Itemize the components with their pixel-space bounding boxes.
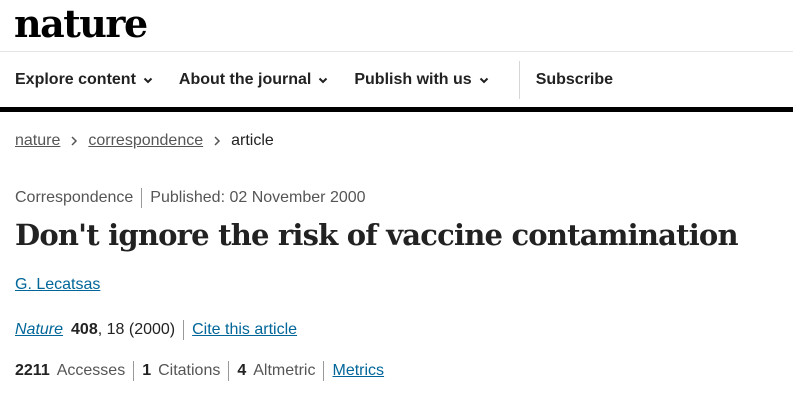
chevron-right-icon: [71, 136, 78, 146]
subscribe-link[interactable]: Subscribe: [536, 71, 613, 89]
altmetric-label: Altmetric: [253, 362, 316, 379]
nav-item-label: Explore content: [15, 70, 136, 88]
citation-divider: [183, 320, 185, 340]
nav-item-label: About the journal: [178, 70, 312, 88]
metrics-divider: [323, 361, 325, 381]
nav-explore-content[interactable]: Explore content: [15, 71, 153, 89]
author-list: G. Lecatsas: [15, 276, 100, 294]
nature-logo[interactable]: nature: [14, 2, 148, 46]
volume-number: 408: [71, 321, 98, 338]
author-link[interactable]: G. Lecatsas: [15, 276, 100, 293]
meta-divider: [141, 188, 143, 208]
breadcrumb-section-link[interactable]: correspondence: [88, 132, 203, 150]
breadcrumb-current: article: [231, 132, 274, 149]
accesses-label: Accesses: [56, 362, 126, 379]
chevron-down-icon: [143, 77, 153, 83]
article-title: Don't ignore the risk of vaccine contami…: [15, 218, 739, 252]
altmetric-count: 4: [237, 362, 247, 379]
article-meta: Correspondence Published: 02 November 20…: [15, 188, 366, 208]
citation-line: Nature 408 , 18 (2000) Cite this article: [15, 320, 297, 340]
published-date: Published: 02 November 2000: [150, 189, 366, 206]
chevron-down-icon: [319, 77, 328, 83]
chevron-down-icon: [479, 77, 488, 83]
metrics-link[interactable]: Metrics: [332, 362, 384, 380]
journal-link[interactable]: Nature: [15, 321, 63, 339]
metrics-divider: [228, 361, 230, 381]
breadcrumb-home-link[interactable]: nature: [15, 132, 60, 150]
cite-article-link[interactable]: Cite this article: [192, 321, 297, 339]
article-metrics: 2211 Accesses 1 Citations 4 Altmetric Me…: [15, 361, 384, 381]
nav-publish-with-us[interactable]: Publish with us: [354, 71, 488, 89]
citations-count: 1: [142, 362, 152, 379]
citations-label: Citations: [158, 362, 221, 379]
chevron-right-icon: [214, 136, 221, 146]
metrics-divider: [133, 361, 135, 381]
nav-divider: [518, 60, 520, 99]
nav-about-journal[interactable]: About the journal: [179, 71, 328, 89]
main-nav: Explore content About the journal Publis…: [0, 52, 793, 112]
breadcrumb: nature correspondence article: [15, 132, 274, 150]
site-header: nature: [0, 0, 793, 52]
accesses-count: 2211: [15, 362, 50, 379]
nav-item-label: Publish with us: [354, 70, 472, 88]
pages-year: , 18 (2000): [97, 321, 176, 338]
article-type: Correspondence: [15, 189, 134, 206]
